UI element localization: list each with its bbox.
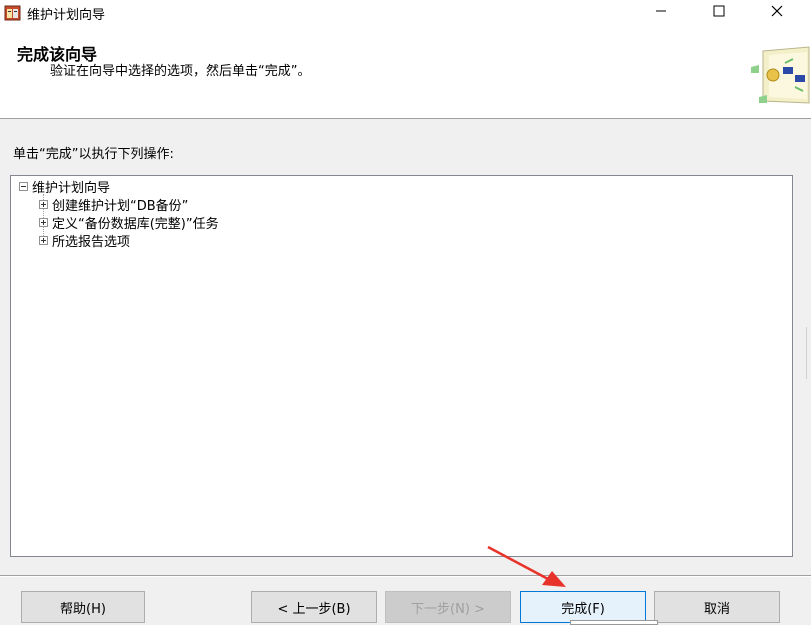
wizard-header: 完成该向导 验证在向导中选择的选项，然后单击“完成”。 [0, 26, 811, 119]
close-icon [771, 5, 783, 21]
tree-node-report-options[interactable]: 所选报告选项 [39, 231, 131, 250]
window-edge [806, 327, 811, 379]
next-button[interactable]: 下一步(N) > [385, 591, 511, 623]
minimize-icon [655, 5, 667, 21]
annotation-arrow-icon [486, 545, 566, 589]
minimize-button[interactable] [638, 0, 684, 26]
expand-icon[interactable] [39, 235, 48, 245]
tree-node-create-plan[interactable]: 创建维护计划“DB备份” [39, 195, 189, 214]
wizard-app-icon [4, 4, 21, 21]
tree-node-label: 创建维护计划“DB备份” [52, 198, 189, 214]
close-button[interactable] [754, 0, 800, 26]
tree-node-define-task[interactable]: 定义“备份数据库(完整)”任务 [39, 213, 219, 232]
footer-separator [0, 575, 811, 577]
page-subtitle: 验证在向导中选择的选项，然后单击“完成”。 [50, 64, 311, 79]
finish-button[interactable]: 完成(F) [520, 591, 646, 623]
tooltip-edge [570, 620, 658, 625]
wizard-graphic-icon [749, 45, 811, 107]
tree-node-root[interactable]: 维护计划向导 [19, 177, 111, 196]
tree-node-label: 定义“备份数据库(完整)”任务 [52, 216, 219, 232]
instruction-text: 单击“完成”以执行下列操作: [13, 147, 174, 162]
expand-icon[interactable] [39, 217, 48, 227]
title-bar: 维护计划向导 [0, 0, 811, 26]
tree-node-label: 所选报告选项 [52, 234, 131, 250]
back-button[interactable]: < 上一步(B) [251, 591, 377, 623]
maximize-button[interactable] [696, 0, 742, 26]
expand-icon[interactable] [39, 199, 48, 209]
maximize-icon [713, 5, 725, 21]
actions-tree[interactable]: 维护计划向导 创建维护计划“DB备份” 定义“备份数据库(完整)”任务 所选报告… [10, 175, 793, 557]
window-title: 维护计划向导 [27, 8, 106, 23]
cancel-button[interactable]: 取消 [654, 591, 780, 623]
collapse-icon[interactable] [19, 181, 28, 191]
help-button[interactable]: 帮助(H) [21, 591, 145, 623]
tree-node-label: 维护计划向导 [32, 180, 111, 196]
